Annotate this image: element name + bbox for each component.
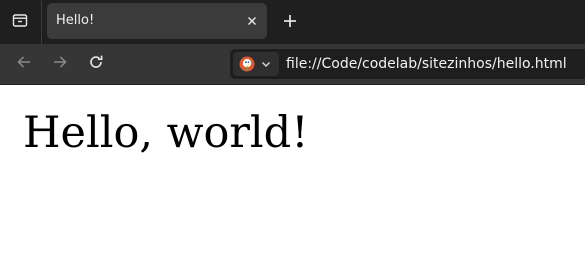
- tab-overview-button[interactable]: [0, 0, 40, 44]
- close-icon[interactable]: [243, 12, 261, 30]
- tab-strip-divider: [41, 0, 42, 44]
- duckduckgo-icon: [239, 56, 255, 72]
- reload-icon: [88, 54, 104, 74]
- page-content: Hello, world!: [0, 85, 585, 273]
- url-text[interactable]: file://Code/codelab/sitezinhos/hello.htm…: [286, 49, 567, 79]
- forward-button[interactable]: [50, 54, 70, 74]
- site-info-button[interactable]: [233, 52, 279, 76]
- tab-active[interactable]: Hello!: [47, 3, 267, 39]
- back-button[interactable]: [14, 54, 34, 74]
- arrow-left-icon: [16, 54, 32, 74]
- plus-icon: [283, 13, 297, 32]
- tab-strip: Hello!: [0, 0, 585, 44]
- navigation-toolbar: file://Code/codelab/sitezinhos/hello.htm…: [0, 44, 585, 85]
- tab-overview-icon: [12, 12, 28, 32]
- page-heading: Hello, world!: [23, 108, 309, 158]
- browser-window: Hello! file://Code/codelab/sitezinhos/he…: [0, 0, 585, 273]
- reload-button[interactable]: [86, 54, 106, 74]
- chevron-down-icon: [260, 58, 272, 70]
- arrow-right-icon: [52, 54, 68, 74]
- tab-title: Hello!: [56, 13, 95, 28]
- new-tab-button[interactable]: [280, 12, 300, 32]
- address-bar[interactable]: file://Code/codelab/sitezinhos/hello.htm…: [230, 49, 585, 79]
